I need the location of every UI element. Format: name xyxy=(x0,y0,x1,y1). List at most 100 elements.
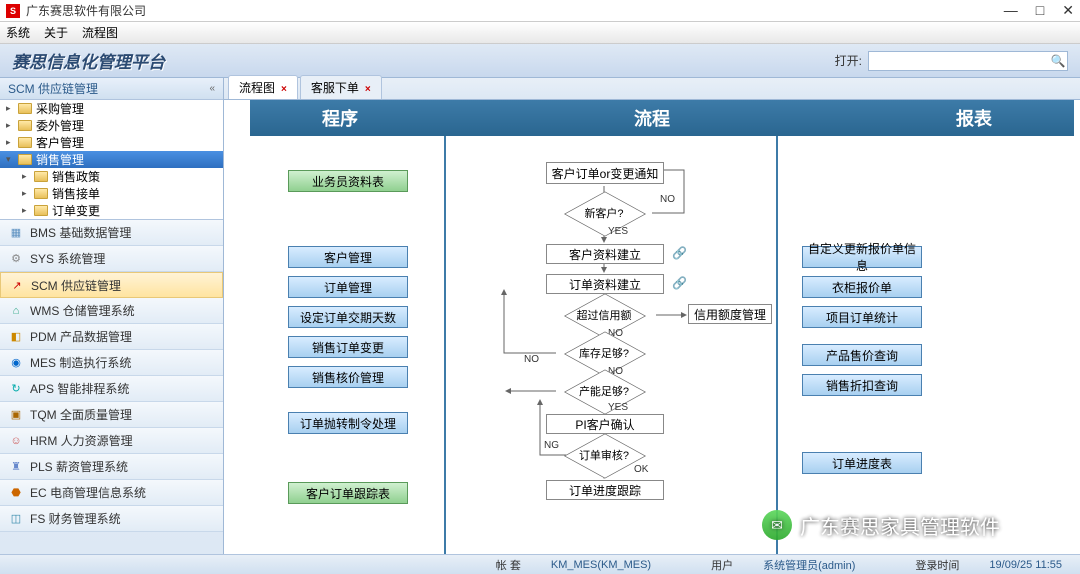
process-start: 客户订单or变更通知 xyxy=(546,162,664,184)
menu-system[interactable]: 系统 xyxy=(6,24,30,41)
sidebar-tree[interactable]: ▸采购管理▸委外管理▸客户管理▾销售管理▸销售政策▸销售接单▸订单变更 xyxy=(0,100,223,220)
tree-item[interactable]: ▸订单变更 xyxy=(0,202,223,219)
decision-credit: 超过信用额 xyxy=(564,302,644,328)
collapse-icon[interactable]: « xyxy=(209,83,215,94)
program-box[interactable]: 业务员资料表 xyxy=(288,170,408,192)
divider xyxy=(776,136,778,554)
report-box[interactable]: 自定义更新报价单信息 xyxy=(802,246,922,268)
process-credit-mgmt: 信用额度管理 xyxy=(688,304,772,324)
header-banner: 赛思信息化管理平台 打开: 🔍 xyxy=(0,44,1080,78)
module-icon: ♜ xyxy=(8,459,24,475)
maximize-button[interactable]: □ xyxy=(1036,2,1044,19)
nav-module[interactable]: ⚙ SYS 系统管理 xyxy=(0,246,223,272)
open-label: 打开: xyxy=(835,52,862,69)
flowchart-canvas: 程序 流程 报表 xyxy=(224,100,1080,554)
program-box[interactable]: 订单抛转制令处理 xyxy=(288,412,408,434)
module-icon: ▦ xyxy=(8,225,24,241)
module-label: TQM 全面质量管理 xyxy=(30,406,132,423)
program-box[interactable]: 销售核价管理 xyxy=(288,366,408,388)
close-icon[interactable]: × xyxy=(281,84,287,95)
minimize-button[interactable]: — xyxy=(1004,2,1018,19)
search-input[interactable] xyxy=(869,55,1049,67)
status-bar: 帐 套 KM_MES(KM_MES) 用户 系统管理员(admin) 登录时间 … xyxy=(0,554,1080,574)
link-icon[interactable]: 🔗 xyxy=(672,276,687,290)
flow-header: 程序 流程 报表 xyxy=(250,100,1074,136)
module-label: PLS 薪资管理系统 xyxy=(30,458,128,475)
program-box[interactable]: 客户管理 xyxy=(288,246,408,268)
tab[interactable]: 流程图 × xyxy=(228,75,298,99)
module-label: SYS 系统管理 xyxy=(30,250,105,267)
module-icon: ◧ xyxy=(8,329,24,345)
module-label: SCM 供应链管理 xyxy=(31,277,121,294)
module-label: BMS 基础数据管理 xyxy=(30,224,131,241)
close-icon[interactable]: × xyxy=(365,84,371,95)
status-account-value: KM_MES(KM_MES) xyxy=(551,559,651,571)
module-label: PDM 产品数据管理 xyxy=(30,328,132,345)
module-label: EC 电商管理信息系统 xyxy=(30,484,146,501)
tree-item[interactable]: ▸委外管理 xyxy=(0,117,223,134)
label-ok: OK xyxy=(634,464,648,475)
status-time-label: 登录时间 xyxy=(915,557,959,573)
content-area: 流程图×客服下单× 程序 流程 报表 xyxy=(224,78,1080,554)
nav-module[interactable]: ▦ BMS 基础数据管理 xyxy=(0,220,223,246)
nav-module[interactable]: ◧ PDM 产品数据管理 xyxy=(0,324,223,350)
menu-flowchart[interactable]: 流程图 xyxy=(82,24,118,41)
label-yes: YES xyxy=(608,402,628,413)
module-label: FS 财务管理系统 xyxy=(30,510,121,527)
title-bar: S 广东赛思软件有限公司 — □ ✕ xyxy=(0,0,1080,22)
nav-module[interactable]: ⬣EC 电商管理信息系统 xyxy=(0,480,223,506)
menu-about[interactable]: 关于 xyxy=(44,24,68,41)
program-box[interactable]: 订单管理 xyxy=(288,276,408,298)
search-icon[interactable]: 🔍 xyxy=(1049,54,1067,68)
close-button[interactable]: ✕ xyxy=(1062,2,1074,19)
decision-capacity: 产能足够? xyxy=(564,378,644,404)
tab-bar: 流程图×客服下单× xyxy=(224,78,1080,100)
search-box[interactable]: 🔍 xyxy=(868,51,1068,71)
watermark: ✉ 广东赛思家具管理软件 xyxy=(762,510,1000,540)
module-icon: ◫ xyxy=(8,511,24,527)
platform-title: 赛思信息化管理平台 xyxy=(12,48,165,73)
nav-module[interactable]: ◉MES 制造执行系统 xyxy=(0,350,223,376)
link-icon[interactable]: 🔗 xyxy=(672,246,687,260)
module-icon: ⚙ xyxy=(8,251,24,267)
nav-module[interactable]: ▣TQM 全面质量管理 xyxy=(0,402,223,428)
watermark-text: 广东赛思家具管理软件 xyxy=(800,511,1000,540)
program-box[interactable]: 客户订单跟踪表 xyxy=(288,482,408,504)
nav-module[interactable]: ♜ PLS 薪资管理系统 xyxy=(0,454,223,480)
sidebar-header[interactable]: SCM 供应链管理 « xyxy=(0,78,223,100)
report-box[interactable]: 衣柜报价单 xyxy=(802,276,922,298)
window-title: 广东赛思软件有限公司 xyxy=(26,2,146,19)
tree-item[interactable]: ▸销售接单 xyxy=(0,185,223,202)
decision-audit: 订单审核? xyxy=(564,442,644,468)
nav-module[interactable]: ⌂WMS 仓储管理系统 xyxy=(0,298,223,324)
status-account-label: 帐 套 xyxy=(496,557,521,573)
program-box[interactable]: 设定订单交期天数 xyxy=(288,306,408,328)
flow-header-process: 流程 xyxy=(430,105,874,131)
module-icon: ⌂ xyxy=(8,303,24,319)
nav-module[interactable]: ◫ FS 财务管理系统 xyxy=(0,506,223,532)
divider xyxy=(444,136,446,554)
nav-module[interactable]: ☺HRM 人力资源管理 xyxy=(0,428,223,454)
status-time-value: 19/09/25 11:55 xyxy=(989,559,1062,571)
menu-bar: 系统 关于 流程图 xyxy=(0,22,1080,44)
module-label: HRM 人力资源管理 xyxy=(30,432,133,449)
report-box[interactable]: 订单进度表 xyxy=(802,452,922,474)
module-icon: ↗ xyxy=(9,277,25,293)
app-icon: S xyxy=(6,4,20,18)
nav-module[interactable]: ↗ SCM 供应链管理 xyxy=(0,272,223,298)
tree-item[interactable]: ▸客户管理 xyxy=(0,134,223,151)
process-order-data: 订单资料建立 xyxy=(546,274,664,294)
tree-item[interactable]: ▾销售管理 xyxy=(0,151,223,168)
tree-item[interactable]: ▸采购管理 xyxy=(0,100,223,117)
report-box[interactable]: 产品售价查询 xyxy=(802,344,922,366)
nav-module[interactable]: ↻APS 智能排程系统 xyxy=(0,376,223,402)
tree-item[interactable]: ▸销售政策 xyxy=(0,168,223,185)
report-box[interactable]: 销售折扣查询 xyxy=(802,374,922,396)
label-yes: YES xyxy=(608,226,628,237)
program-box[interactable]: 销售订单变更 xyxy=(288,336,408,358)
tab-label: 流程图 xyxy=(239,81,275,95)
label-no: NO xyxy=(660,194,675,205)
tab[interactable]: 客服下单× xyxy=(300,75,382,99)
status-user-value: 系统管理员(admin) xyxy=(763,557,855,573)
report-box[interactable]: 项目订单统计 xyxy=(802,306,922,328)
